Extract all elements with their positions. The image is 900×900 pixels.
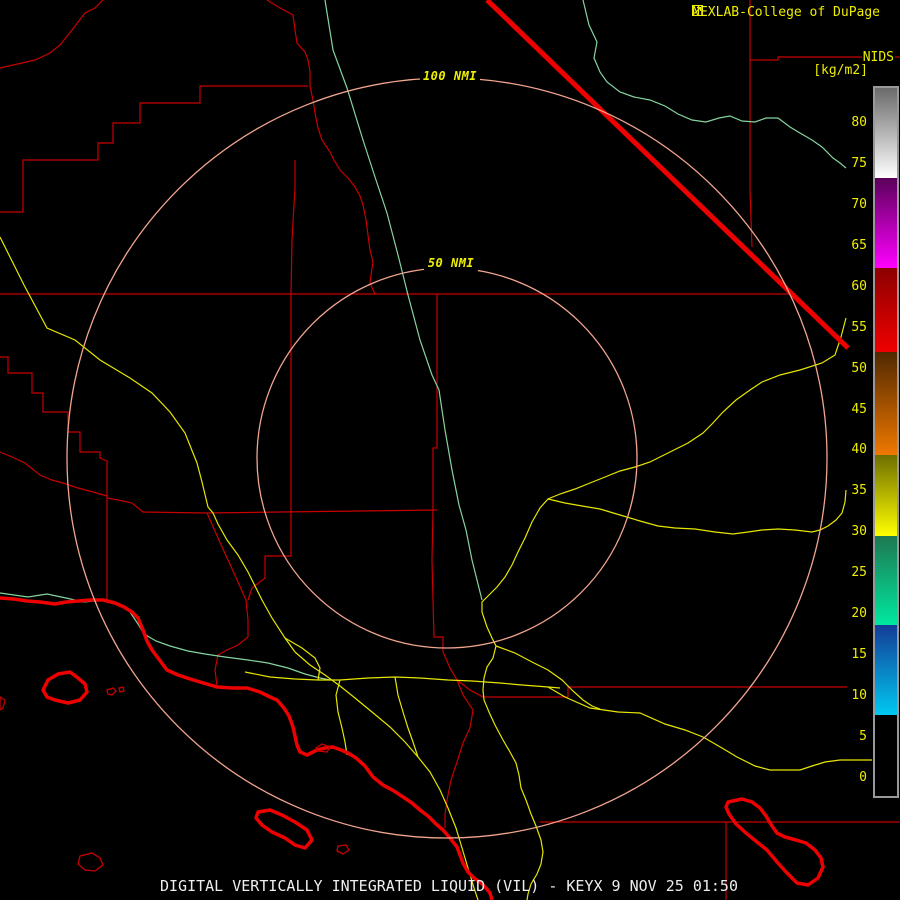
range-ring-100-label: 100 NMI <box>420 68 480 84</box>
colorbar-tick: 70 <box>851 196 867 212</box>
colorbar-tick: 50 <box>851 360 867 376</box>
colorbar-tick: 35 <box>851 483 867 499</box>
range-ring-100 <box>66 77 828 839</box>
coastline <box>0 596 494 900</box>
islet <box>0 696 6 711</box>
colorbar-tick: 5 <box>859 729 867 745</box>
colorbar-tick: 65 <box>851 237 867 253</box>
range-rings <box>66 77 828 839</box>
colorbar-tick: 30 <box>851 524 867 540</box>
islet <box>336 844 350 855</box>
colorbar-tick: 0 <box>859 770 867 785</box>
colorbar-tick-labels: 80 75 70 65 60 55 50 45 40 35 30 25 20 15 10 5 0 <box>841 0 867 900</box>
colorbar-tick: 55 <box>851 319 867 335</box>
colorbar-segment-red <box>875 268 897 352</box>
island-santa-barbara <box>77 852 104 872</box>
colorbar-tick: 10 <box>851 688 867 704</box>
colorbar-tick: 80 <box>851 114 867 130</box>
county-borders <box>0 0 900 900</box>
state-border-line <box>485 0 850 350</box>
colorbar-segment-blue <box>875 625 897 715</box>
colorbar-segment-orange <box>875 352 897 455</box>
colorbar-tick: 15 <box>851 647 867 663</box>
colorbar-tick: 25 <box>851 565 867 581</box>
colorbar-tick: 60 <box>851 278 867 294</box>
colorbar-segment-gray <box>875 88 897 178</box>
islet <box>106 687 117 696</box>
colorbar-segment-black <box>875 715 897 796</box>
colorbar-tick: 40 <box>851 442 867 458</box>
rivers <box>0 0 847 681</box>
radar-display: NEXLAB-College of DuPage NIDS [kg/m2] 10… <box>0 0 900 900</box>
product-title: DIGITAL VERTICALLY INTEGRATED LIQUID (VI… <box>160 877 738 895</box>
colorbar-segment-green <box>875 536 897 625</box>
colorbar <box>873 86 899 798</box>
islet <box>118 686 125 693</box>
colorbar-tick: 75 <box>851 155 867 171</box>
colorbar-segment-magenta <box>875 178 897 268</box>
external-link-icon <box>692 5 896 18</box>
map-canvas <box>0 0 900 900</box>
colorbar-tick: 20 <box>851 606 867 622</box>
colorbar-tick: 45 <box>851 401 867 417</box>
range-ring-50 <box>256 267 638 649</box>
range-ring-50-label: 50 NMI <box>424 255 478 271</box>
colorbar-segment-yellow <box>875 455 897 536</box>
island-catalina <box>254 808 314 850</box>
island-san-clemente <box>724 797 825 887</box>
island-santa-cruz <box>41 670 89 705</box>
